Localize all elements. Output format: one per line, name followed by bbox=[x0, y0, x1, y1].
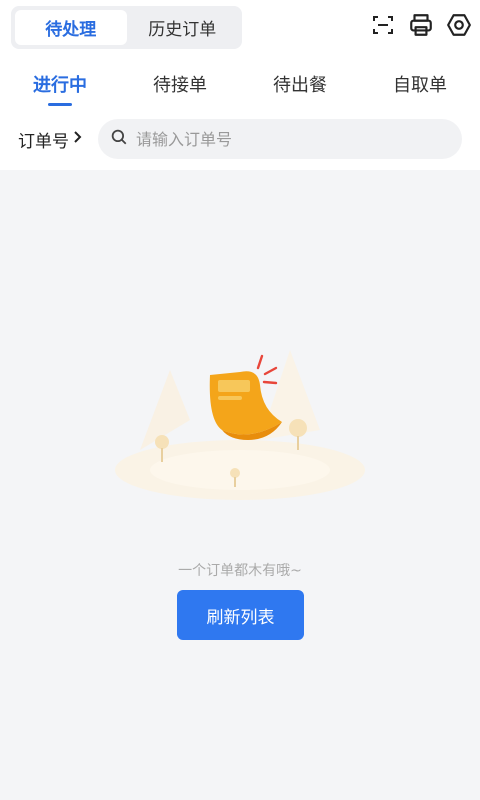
top-actions bbox=[370, 12, 472, 38]
refresh-list-button[interactable]: 刷新列表 bbox=[177, 590, 304, 640]
order-segment-control: 待处理 历史订单 bbox=[11, 6, 242, 49]
printer-icon[interactable] bbox=[408, 12, 434, 38]
empty-message: 一个订单都木有哦~ bbox=[178, 563, 302, 579]
tab-in-progress[interactable]: 进行中 bbox=[0, 60, 120, 108]
top-bar: 待处理 历史订单 进行中 待接单 待出餐 自取单 订单号 请输入订单号 bbox=[0, 0, 480, 170]
status-tabs: 进行中 待接单 待出餐 自取单 bbox=[0, 60, 480, 108]
order-number-input[interactable] bbox=[136, 129, 436, 149]
tab-self-pickup[interactable]: 自取单 bbox=[360, 60, 480, 108]
search-row: 订单号 bbox=[0, 116, 480, 162]
settings-icon[interactable] bbox=[446, 12, 472, 38]
search-box bbox=[98, 119, 462, 159]
search-type-selector[interactable]: 订单号 bbox=[0, 127, 98, 152]
tab-pending-accept[interactable]: 待接单 bbox=[120, 60, 240, 108]
scan-icon[interactable] bbox=[370, 12, 396, 38]
chevron-right-icon bbox=[73, 129, 83, 149]
empty-state-illustration bbox=[110, 330, 370, 520]
search-icon bbox=[110, 128, 128, 150]
tab-pending-meal[interactable]: 待出餐 bbox=[240, 60, 360, 108]
segment-history[interactable]: 历史订单 bbox=[127, 10, 239, 45]
segment-pending[interactable]: 待处理 bbox=[15, 10, 127, 45]
search-type-label: 订单号 bbox=[18, 131, 69, 152]
